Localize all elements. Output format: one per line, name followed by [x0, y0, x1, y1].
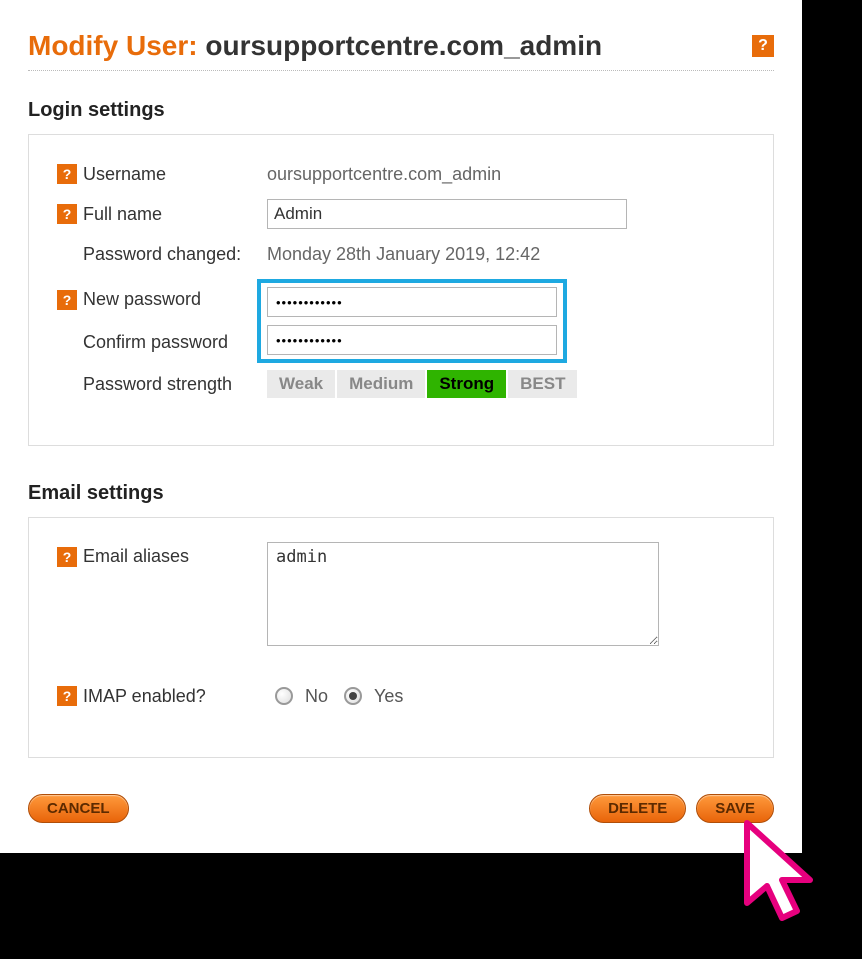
modify-user-panel: Modify User: oursupportcentre.com_admin …: [0, 0, 802, 853]
help-icon[interactable]: ?: [57, 204, 77, 224]
new-password-input[interactable]: [267, 287, 557, 317]
strength-weak: Weak: [267, 370, 337, 398]
imap-no-radio[interactable]: [275, 687, 293, 705]
page-title: Modify User: oursupportcentre.com_admin: [28, 30, 602, 62]
username-value: oursupportcentre.com_admin: [267, 164, 745, 185]
imap-yes-label: Yes: [374, 686, 403, 707]
confirm-password-input[interactable]: [267, 325, 557, 355]
login-settings-heading: Login settings: [28, 99, 774, 122]
button-row: CANCEL DELETE SAVE: [28, 794, 774, 823]
email-aliases-label: Email aliases: [83, 546, 189, 567]
fullname-row: ? Full name: [57, 199, 745, 229]
strength-best: BEST: [508, 370, 577, 398]
email-aliases-input[interactable]: [267, 542, 659, 646]
page-header: Modify User: oursupportcentre.com_admin …: [28, 30, 774, 71]
password-strength-bar: Weak Medium Strong BEST: [267, 370, 577, 398]
email-settings-heading: Email settings: [28, 482, 774, 505]
password-highlight-box: [257, 279, 567, 363]
imap-yes-radio[interactable]: [344, 687, 362, 705]
imap-row: ? IMAP enabled? No Yes: [57, 681, 745, 711]
imap-label: IMAP enabled?: [83, 686, 206, 707]
strength-strong: Strong: [427, 370, 508, 398]
help-icon[interactable]: ?: [57, 164, 77, 184]
help-icon[interactable]: ?: [752, 35, 774, 57]
password-changed-value: Monday 28th January 2019, 12:42: [267, 244, 745, 265]
cancel-button[interactable]: CANCEL: [28, 794, 129, 823]
page-title-prefix: Modify User:: [28, 30, 205, 61]
username-label: Username: [83, 164, 166, 185]
help-icon[interactable]: ?: [57, 290, 77, 310]
email-aliases-row: ? Email aliases: [57, 542, 745, 651]
strength-medium: Medium: [337, 370, 427, 398]
fullname-input[interactable]: [267, 199, 627, 229]
fullname-label: Full name: [83, 204, 162, 225]
password-changed-label: Password changed:: [83, 244, 241, 265]
help-icon[interactable]: ?: [57, 686, 77, 706]
save-button[interactable]: SAVE: [696, 794, 774, 823]
login-settings-box: ? Username oursupportcentre.com_admin ? …: [28, 134, 774, 446]
email-settings-box: ? Email aliases ? IMAP enabled? No Yes: [28, 517, 774, 758]
password-strength-label: Password strength: [83, 374, 232, 395]
password-strength-row: Password strength Weak Medium Strong BES…: [57, 369, 745, 399]
username-row: ? Username oursupportcentre.com_admin: [57, 159, 745, 189]
delete-button[interactable]: DELETE: [589, 794, 686, 823]
help-icon[interactable]: ?: [57, 547, 77, 567]
confirm-password-label: Confirm password: [83, 332, 228, 353]
imap-no-label: No: [305, 686, 328, 707]
page-title-value: oursupportcentre.com_admin: [205, 30, 602, 61]
new-password-label: New password: [83, 289, 201, 310]
password-changed-row: Password changed: Monday 28th January 20…: [57, 239, 745, 269]
